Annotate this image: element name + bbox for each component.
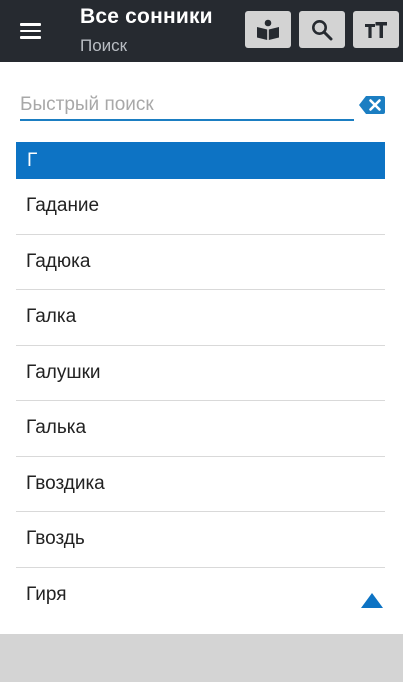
scroll-to-top-button[interactable] bbox=[359, 591, 385, 611]
app-subtitle: Поиск bbox=[80, 36, 128, 55]
search-input[interactable] bbox=[20, 90, 354, 120]
list-item[interactable]: Гадание bbox=[16, 179, 385, 235]
list-item[interactable]: Галька bbox=[16, 401, 385, 457]
dream-list: Г Гадание Гадюка Галка Галушки Галька Гв… bbox=[16, 142, 385, 623]
list-item[interactable]: Гвоздь bbox=[16, 512, 385, 568]
bottom-panel bbox=[0, 634, 403, 682]
menu-icon-bar bbox=[19, 36, 41, 39]
backspace-clear-icon bbox=[359, 96, 385, 114]
section-header: Г bbox=[16, 142, 385, 179]
menu-icon-bar bbox=[19, 29, 41, 33]
book-button[interactable] bbox=[245, 11, 291, 48]
list-item[interactable]: Гвоздика bbox=[16, 457, 385, 512]
font-size-button[interactable] bbox=[353, 11, 399, 48]
list-item[interactable]: Галушки bbox=[16, 346, 385, 401]
list-item[interactable]: Гадюка bbox=[16, 235, 385, 290]
search-button[interactable] bbox=[299, 11, 345, 48]
clear-search-button[interactable] bbox=[358, 95, 386, 115]
menu-icon-bar bbox=[19, 23, 41, 26]
list-item[interactable]: Галка bbox=[16, 290, 385, 346]
menu-button[interactable] bbox=[10, 11, 50, 51]
search-underline bbox=[20, 119, 354, 121]
text-size-icon bbox=[365, 21, 387, 38]
quick-search bbox=[20, 90, 354, 122]
app-bar: Все сонники Поиск bbox=[0, 0, 403, 62]
open-book-icon bbox=[257, 19, 279, 40]
app-title: Все сонники bbox=[80, 5, 213, 28]
search-icon bbox=[312, 19, 333, 40]
triangle-up-icon bbox=[361, 593, 383, 608]
list-item[interactable]: Гиря bbox=[16, 568, 385, 624]
